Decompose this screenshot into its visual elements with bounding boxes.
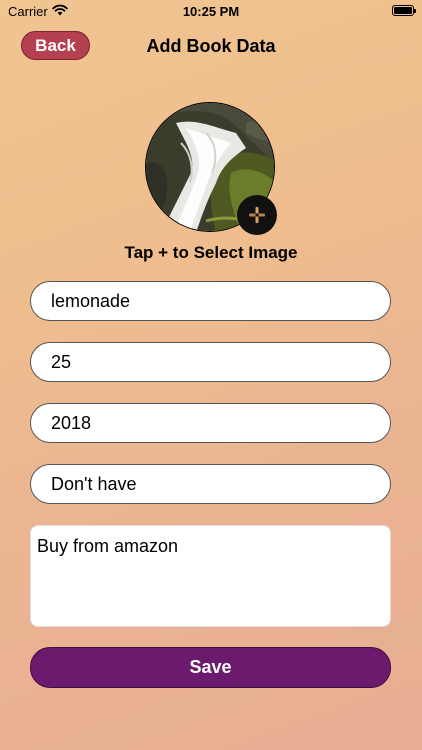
status-time: 10:25 PM <box>182 4 240 19</box>
battery-icon <box>392 5 416 16</box>
add-image-button[interactable] <box>237 195 277 235</box>
save-button[interactable]: Save <box>30 647 391 688</box>
image-hint: Tap + to Select Image <box>124 243 298 262</box>
title-field[interactable]: lemonade <box>30 281 391 321</box>
year-field[interactable]: 2018 <box>30 403 391 443</box>
notes-textarea[interactable]: Buy from amazon <box>30 525 391 627</box>
status-bar: Carrier 10:25 PM <box>0 0 422 22</box>
image-picker <box>145 102 277 235</box>
plus-icon <box>249 207 265 223</box>
price-field[interactable]: 25 <box>30 342 391 382</box>
page-title: Add Book Data <box>146 36 276 56</box>
status-field[interactable]: Don't have <box>30 464 391 504</box>
